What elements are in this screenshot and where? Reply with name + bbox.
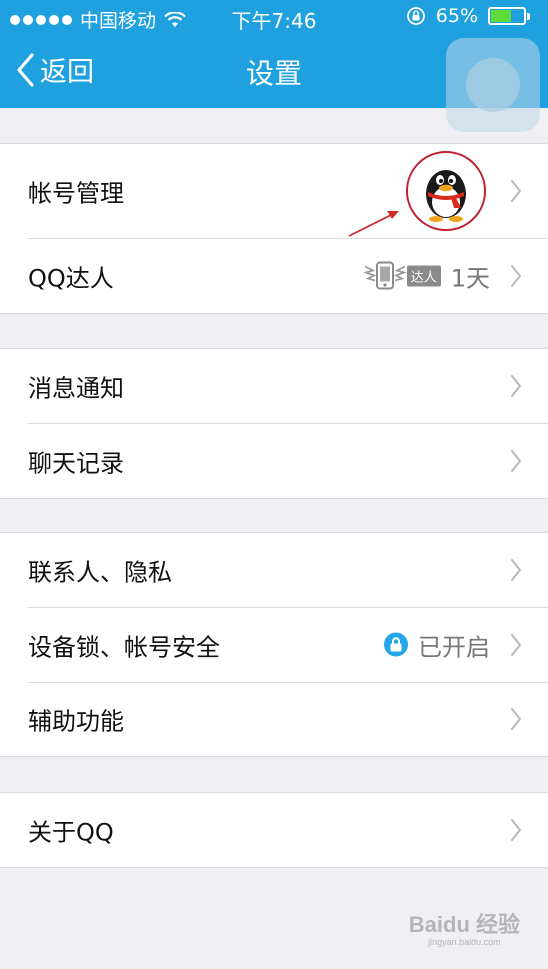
chevron-right-icon	[511, 180, 521, 202]
settings-group-messages: 消息通知 聊天记录	[0, 348, 548, 499]
settings-row-about-qq[interactable]: 关于QQ	[0, 793, 548, 867]
battery-icon	[488, 7, 530, 25]
rotation-lock-icon	[406, 7, 425, 25]
row-label: 关于QQ	[28, 818, 114, 847]
battery-fill	[491, 10, 512, 22]
row-label: 辅助功能	[28, 707, 124, 736]
chevron-right-icon	[511, 708, 521, 730]
watermark-text: Baidu 经验	[408, 912, 520, 937]
status-right: 65%	[406, 5, 530, 27]
assistive-touch-button[interactable]	[446, 38, 540, 132]
row-value: 1天	[450, 264, 490, 292]
settings-row-accessibility[interactable]: 辅助功能	[0, 682, 548, 756]
settings-group-about: 关于QQ	[0, 792, 548, 868]
chevron-right-icon	[511, 449, 521, 472]
daren-badge: 达人	[362, 261, 441, 291]
row-label: 帐号管理	[28, 179, 124, 208]
settings-row-message-notifications[interactable]: 消息通知	[0, 349, 548, 423]
row-label: 消息通知	[28, 374, 124, 403]
row-label: QQ达人	[28, 264, 114, 292]
battery-tip	[527, 13, 530, 20]
settings-row-qq-daren[interactable]: QQ达人 达人 1天	[0, 238, 548, 313]
lock-icon	[384, 632, 408, 657]
settings-group-privacy-security: 联系人、隐私 设备锁、帐号安全 已开启 辅助功能	[0, 532, 548, 757]
row-value-group: 达人 1天	[362, 258, 490, 293]
settings-group-account: 帐号管理 QQ达人 达人 1天	[0, 143, 548, 314]
qq-penguin-avatar-icon	[426, 170, 466, 222]
annotation-arrow	[348, 211, 399, 237]
status-bar: 中国移动 下午7:46 65%	[0, 0, 548, 36]
row-value: 已开启	[418, 633, 490, 661]
chevron-right-icon	[511, 264, 521, 287]
chevron-right-icon	[511, 819, 521, 841]
daren-badge-label: 达人	[406, 265, 441, 286]
chevron-right-icon	[511, 633, 521, 656]
row-label: 聊天记录	[28, 449, 124, 477]
chevron-right-icon	[511, 559, 521, 581]
settings-row-contacts-privacy[interactable]: 联系人、隐私	[0, 533, 548, 607]
row-label: 设备锁、帐号安全	[28, 633, 220, 661]
winged-phone-icon	[362, 261, 407, 290]
row-label: 联系人、隐私	[28, 558, 172, 587]
row-value-group: 已开启	[384, 627, 490, 662]
settings-row-device-lock-security[interactable]: 设备锁、帐号安全 已开启	[0, 607, 548, 682]
avatar[interactable]	[406, 151, 486, 231]
chevron-right-icon	[511, 375, 521, 397]
baidu-jingyan-watermark: Baidu 经验 jingyan.baidu.com	[409, 907, 520, 947]
settings-row-chat-history[interactable]: 聊天记录	[0, 423, 548, 498]
settings-row-account-management[interactable]: 帐号管理	[0, 144, 548, 238]
battery-percent: 65%	[435, 5, 478, 27]
watermark-subtext: jingyan.baidu.com	[428, 937, 501, 947]
